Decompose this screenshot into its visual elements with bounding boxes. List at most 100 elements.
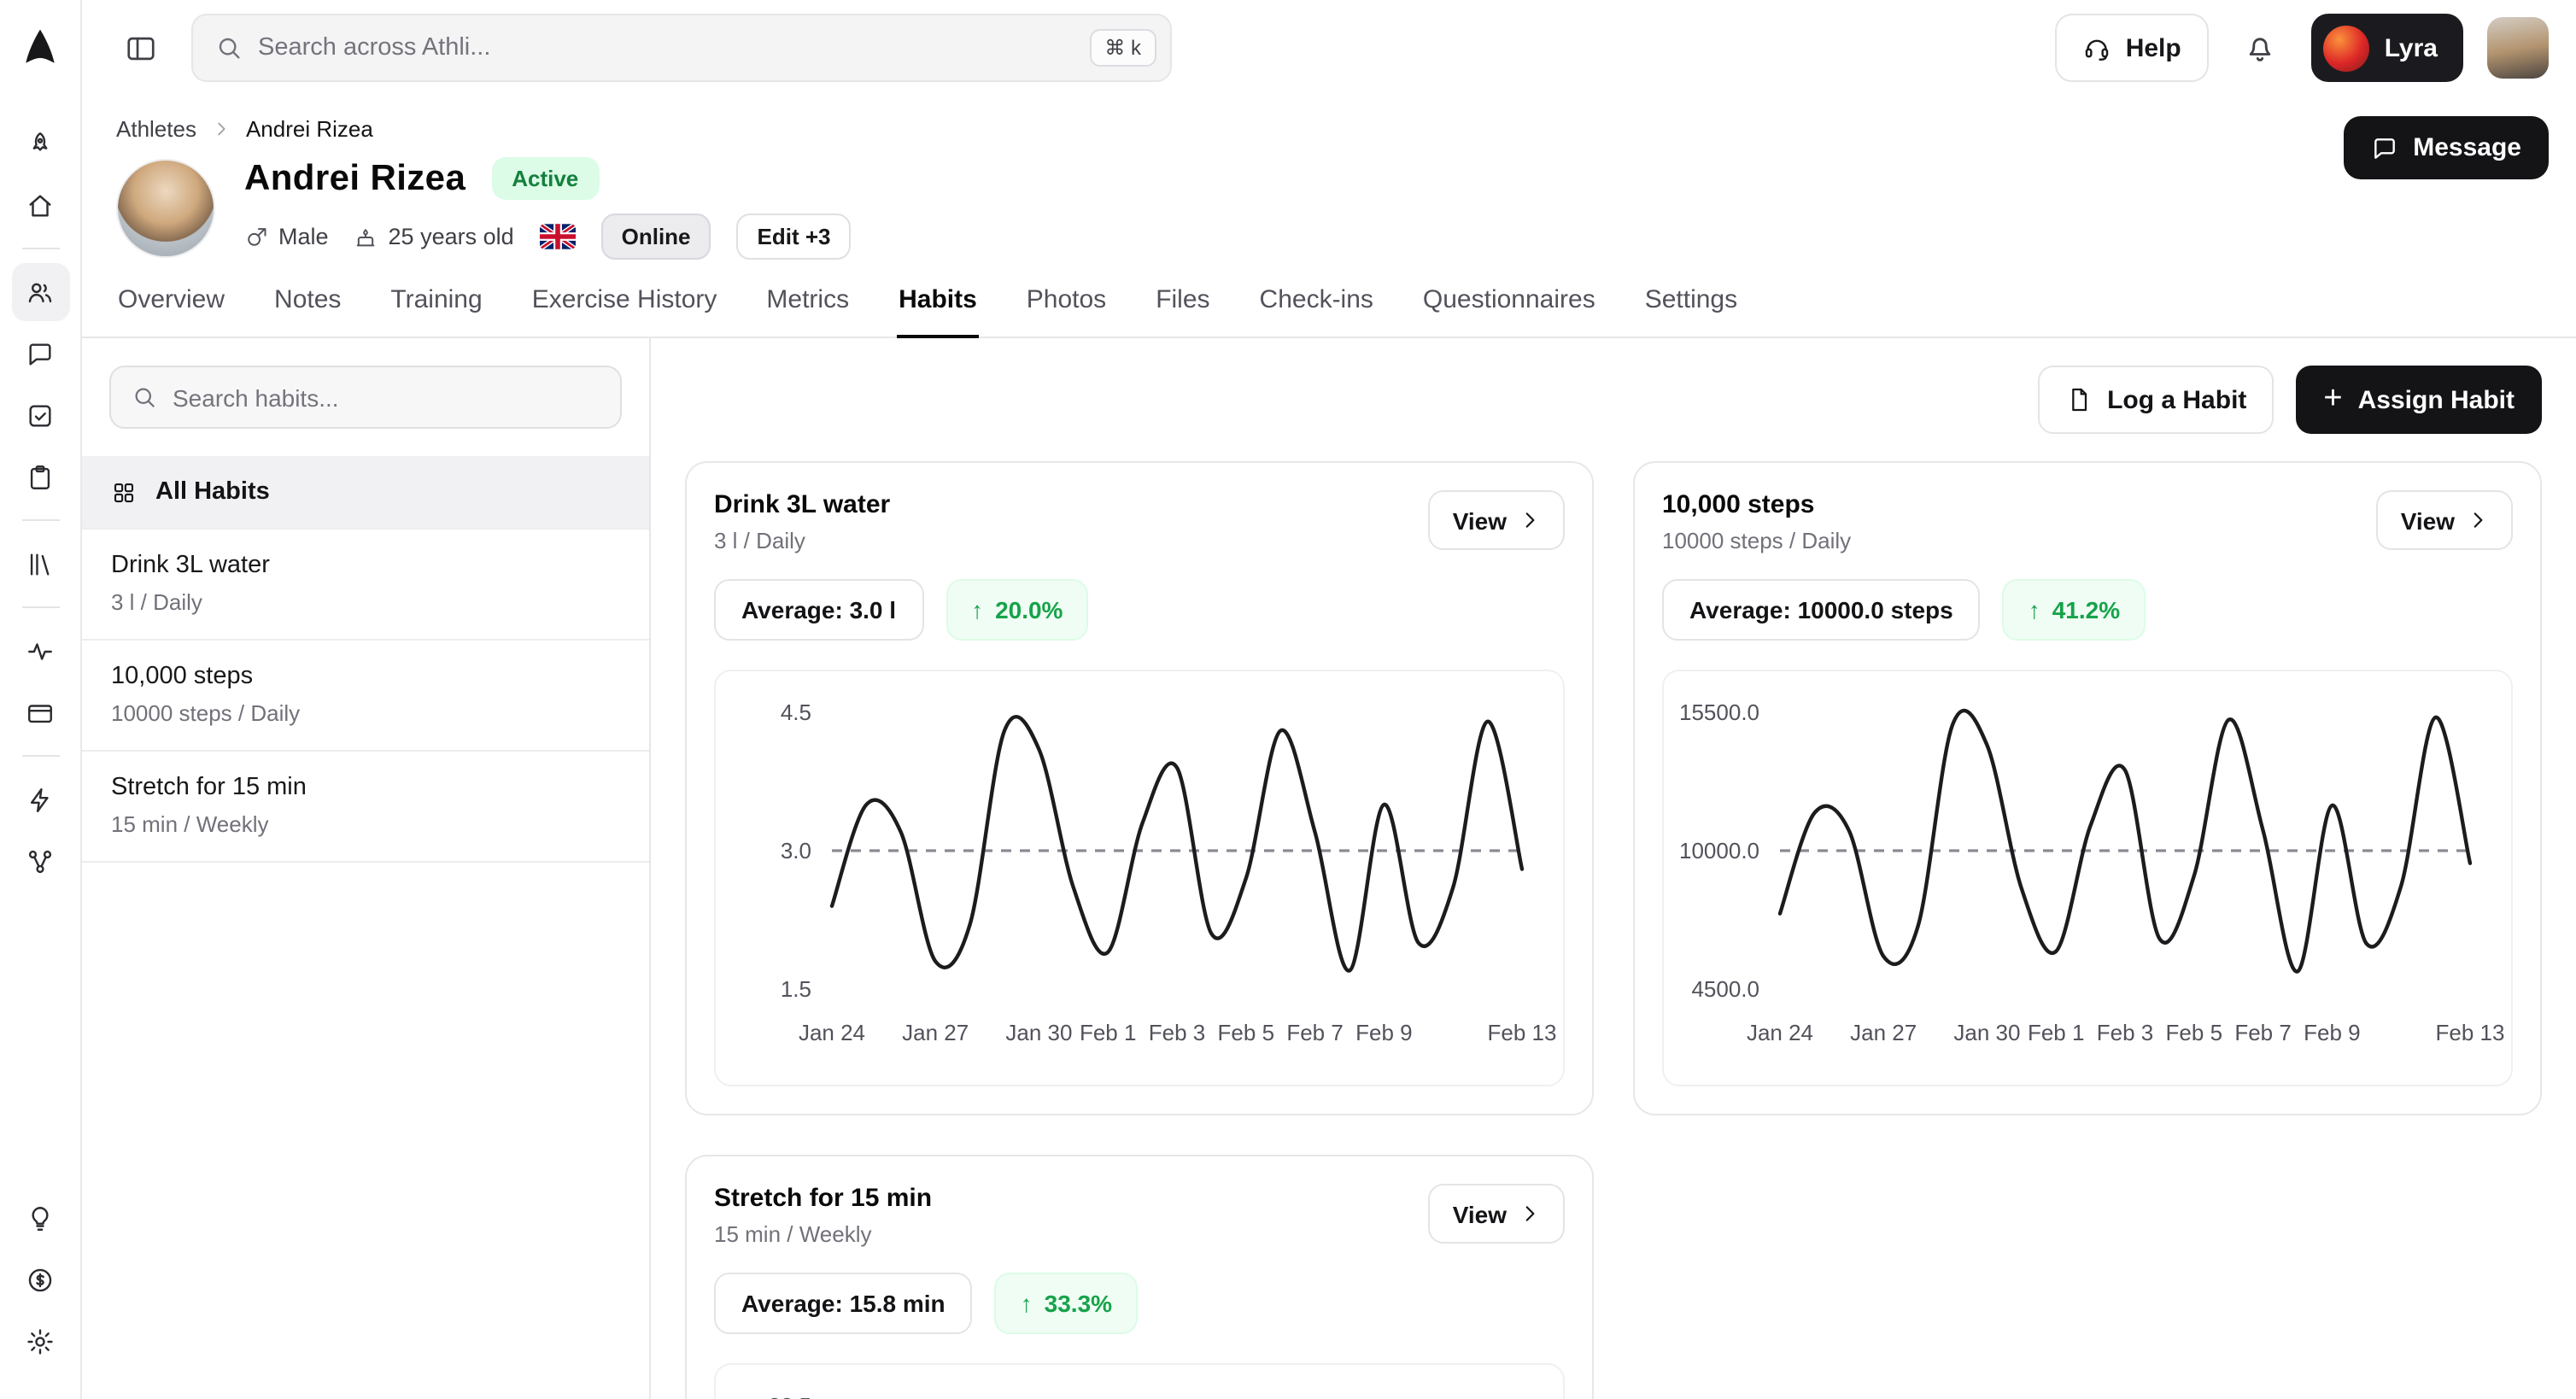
app-window: ⌘ k Help Lyra Athlet — [0, 0, 2576, 1399]
chat-icon — [26, 339, 55, 368]
sidebar-divider — [21, 606, 59, 608]
view-label: View — [1453, 506, 1507, 534]
svg-text:Feb 9: Feb 9 — [2304, 1020, 2361, 1045]
lyra-assistant-button[interactable]: Lyra — [2311, 14, 2463, 82]
view-button[interactable]: View — [1429, 1184, 1565, 1244]
tab-photos[interactable]: Photos — [1025, 285, 1108, 337]
notifications-button[interactable] — [2233, 20, 2287, 75]
activity-icon — [26, 636, 55, 665]
svg-text:4.5: 4.5 — [781, 700, 811, 725]
message-button[interactable]: Message — [2343, 116, 2549, 179]
tab-metrics[interactable]: Metrics — [764, 285, 851, 337]
users-icon — [26, 278, 55, 307]
gear-icon — [26, 1326, 55, 1355]
habit-subtitle: 15 min / Weekly — [111, 811, 620, 837]
profile-tabs: Overview Notes Training Exercise History… — [82, 285, 2576, 338]
message-icon — [2370, 134, 2397, 161]
svg-text:Jan 27: Jan 27 — [1850, 1020, 1917, 1045]
sidebar-nav-launch[interactable] — [11, 114, 69, 173]
view-label: View — [2401, 506, 2455, 534]
card-title: Drink 3L water — [714, 490, 890, 519]
breadcrumb: Athletes Andrei Rizea — [116, 116, 2549, 142]
tab-settings[interactable]: Settings — [1643, 285, 1739, 337]
document-icon — [2064, 386, 2092, 413]
habit-chart: 4.53.01.5Jan 24Jan 27Jan 30Feb 1Feb 3Feb… — [714, 670, 1565, 1086]
assign-habit-button[interactable]: + Assign Habit — [2296, 366, 2542, 434]
tab-questionnaires[interactable]: Questionnaires — [1421, 285, 1597, 337]
help-label: Help — [2126, 33, 2181, 62]
sidebar-nav-activity[interactable] — [11, 622, 69, 680]
headset-icon — [2083, 33, 2112, 62]
habit-title: Drink 3L water — [111, 552, 620, 579]
all-habits-item[interactable]: All Habits — [82, 456, 649, 530]
line-chart: 22.515.07.5Jan 24Jan 27Jan 30Feb 1Feb 3F… — [729, 1375, 1549, 1399]
sidebar-bottom-group — [11, 1187, 69, 1372]
sidebar-nav-athletes[interactable] — [11, 263, 69, 321]
sidebar-nav-settings[interactable] — [11, 1312, 69, 1370]
lightning-icon — [26, 785, 55, 814]
topbar: ⌘ k Help Lyra — [82, 0, 2576, 96]
svg-text:Feb 5: Feb 5 — [2166, 1020, 2223, 1045]
svg-text:10000.0: 10000.0 — [1679, 838, 1759, 863]
sidebar-nav-integrations[interactable] — [11, 832, 69, 890]
help-button[interactable]: Help — [2056, 14, 2209, 82]
sidebar-divider — [21, 755, 59, 757]
search-icon — [215, 34, 243, 61]
habits-search-input[interactable] — [173, 383, 600, 411]
tab-check-ins[interactable]: Check-ins — [1258, 285, 1375, 337]
habit-list-item[interactable]: Stretch for 15 min 15 min / Weekly — [82, 752, 649, 863]
habit-card-stretch: Stretch for 15 min 15 min / Weekly View … — [685, 1155, 1594, 1399]
global-search-input[interactable] — [258, 34, 1074, 61]
habits-search[interactable] — [109, 366, 622, 429]
log-habit-button[interactable]: Log a Habit — [2037, 366, 2274, 434]
main-area: ⌘ k Help Lyra Athlet — [82, 0, 2576, 1399]
sidebar-divider — [21, 519, 59, 521]
edit-tags-button[interactable]: Edit +3 — [737, 214, 852, 260]
habit-cards-grid: Drink 3L water 3 l / Daily View Average:… — [651, 434, 2576, 1399]
online-status-pill[interactable]: Online — [601, 214, 711, 260]
sidebar-nav-ideas[interactable] — [11, 1189, 69, 1247]
sidebar-nav-library[interactable] — [11, 535, 69, 593]
status-badge: Active — [491, 157, 599, 200]
trend-value: 20.0% — [995, 596, 1063, 623]
card-title: 10,000 steps — [1662, 490, 1851, 519]
coin-icon — [26, 1265, 55, 1294]
trend-pill: ↑ 33.3% — [995, 1273, 1138, 1334]
profile-info: Andrei Rizea Active Male 25 years old — [244, 157, 852, 260]
sidebar-nav-payments[interactable] — [11, 1250, 69, 1308]
breadcrumb-athletes[interactable]: Athletes — [116, 116, 196, 142]
svg-text:Jan 30: Jan 30 — [1953, 1020, 2020, 1045]
sidebar-nav-billing[interactable] — [11, 683, 69, 741]
tab-notes[interactable]: Notes — [272, 285, 342, 337]
tab-training[interactable]: Training — [389, 285, 483, 337]
habit-subtitle: 3 l / Daily — [111, 589, 620, 615]
content-area: Athletes Andrei Rizea Andrei Rizea Activ… — [82, 96, 2576, 1399]
tab-files[interactable]: Files — [1154, 285, 1211, 337]
age-item: 25 years old — [354, 224, 514, 249]
view-button[interactable]: View — [1429, 490, 1565, 550]
user-avatar[interactable] — [2487, 17, 2549, 79]
sidebar-nav-automations[interactable] — [11, 770, 69, 828]
global-search[interactable]: ⌘ k — [191, 14, 1172, 82]
grid-icon — [111, 479, 137, 505]
chevron-right-icon — [1519, 509, 1541, 531]
tab-habits[interactable]: Habits — [897, 285, 979, 338]
habit-list-item[interactable]: Drink 3L water 3 l / Daily — [82, 530, 649, 641]
sidebar-nav-tasks[interactable] — [11, 386, 69, 444]
tab-exercise-history[interactable]: Exercise History — [530, 285, 719, 337]
sidebar-nav-messages[interactable] — [11, 325, 69, 383]
sidebar-nav-home[interactable] — [11, 176, 69, 234]
cake-icon — [354, 225, 378, 249]
tab-overview[interactable]: Overview — [116, 285, 226, 337]
habit-list-item[interactable]: 10,000 steps 10000 steps / Daily — [82, 641, 649, 752]
profile-meta: Male 25 years old Online Edit +3 — [244, 214, 852, 260]
svg-text:4500.0: 4500.0 — [1691, 976, 1759, 1002]
svg-text:15500.0: 15500.0 — [1679, 700, 1759, 725]
assign-habit-label: Assign Habit — [2358, 385, 2515, 414]
chevron-right-icon — [1519, 1203, 1541, 1225]
view-button[interactable]: View — [2377, 490, 2513, 550]
app-logo-icon[interactable] — [11, 17, 69, 75]
card-subtitle: 10000 steps / Daily — [1662, 528, 1851, 553]
sidebar-toggle-button[interactable] — [113, 20, 167, 75]
sidebar-nav-programs[interactable] — [11, 448, 69, 506]
